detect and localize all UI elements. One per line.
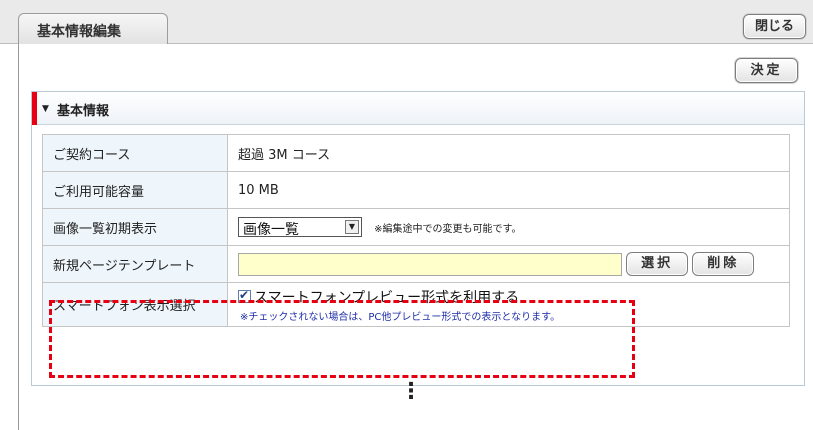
smartphone-preview-note: ※チェックされない場合は、PC他プレビュー形式での表示となります。	[240, 311, 561, 323]
template-label: 新規ページテンプレート	[42, 245, 228, 283]
close-button[interactable]: 閉じる	[743, 14, 806, 39]
smartphone-preview-checkbox-label[interactable]: スマートフォンプレビュー形式を利用する	[254, 290, 519, 306]
top-bar: 基本情報編集 閉じる	[0, 0, 813, 44]
table-row: ご利用可能容量 10 MB	[42, 171, 790, 209]
image-list-note: ※編集途中での変更も可能です。	[374, 223, 522, 235]
basic-info-table: ご契約コース 超過 3M コース ご利用可能容量 10 MB 画像一覧初期表示 …	[42, 134, 790, 327]
tab-basic-info-edit[interactable]: 基本情報編集	[18, 13, 168, 44]
template-select-button[interactable]: 選択	[626, 252, 689, 276]
section-accent-bar	[32, 92, 37, 125]
section-title: 基本情報	[57, 104, 110, 119]
template-delete-button[interactable]: 削除	[692, 252, 755, 276]
contract-course-label: ご契約コース	[42, 134, 228, 172]
table-row: 画像一覧初期表示 画像一覧 ▼ ※編集途中での変更も可能です。	[42, 208, 790, 246]
capacity-label: ご利用可能容量	[42, 171, 228, 209]
table-row: 新規ページテンプレート 選択 削除	[42, 245, 790, 283]
chevron-down-icon[interactable]: ▼	[345, 220, 359, 234]
table-row: スマートフォン表示選択 ✔ スマートフォンプレビュー形式を利用する ※チェックされ…	[42, 282, 790, 327]
contract-course-value: 超過 3M コース	[227, 134, 790, 172]
left-border	[18, 44, 19, 430]
section-header[interactable]: ▼ 基本情報	[32, 92, 804, 125]
table-row: ご契約コース 超過 3M コース	[42, 134, 790, 172]
smartphone-display-label: スマートフォン表示選択	[42, 282, 228, 327]
template-input[interactable]	[238, 252, 622, 276]
image-list-label: 画像一覧初期表示	[42, 208, 228, 246]
more-indicator-icon: ⋮	[400, 379, 422, 404]
image-list-select-value: 画像一覧	[243, 222, 299, 238]
image-list-select[interactable]: 画像一覧 ▼	[238, 217, 362, 238]
capacity-value: 10 MB	[227, 171, 790, 209]
collapse-triangle-icon[interactable]: ▼	[42, 104, 49, 114]
decide-button[interactable]: 決定	[735, 58, 798, 83]
basic-info-section: ▼ 基本情報 ご契約コース 超過 3M コース ご利用可能容量 10 MB 画像…	[31, 91, 805, 386]
smartphone-preview-checkbox[interactable]: ✔	[238, 288, 251, 303]
checkmark-icon: ✔	[239, 288, 250, 302]
